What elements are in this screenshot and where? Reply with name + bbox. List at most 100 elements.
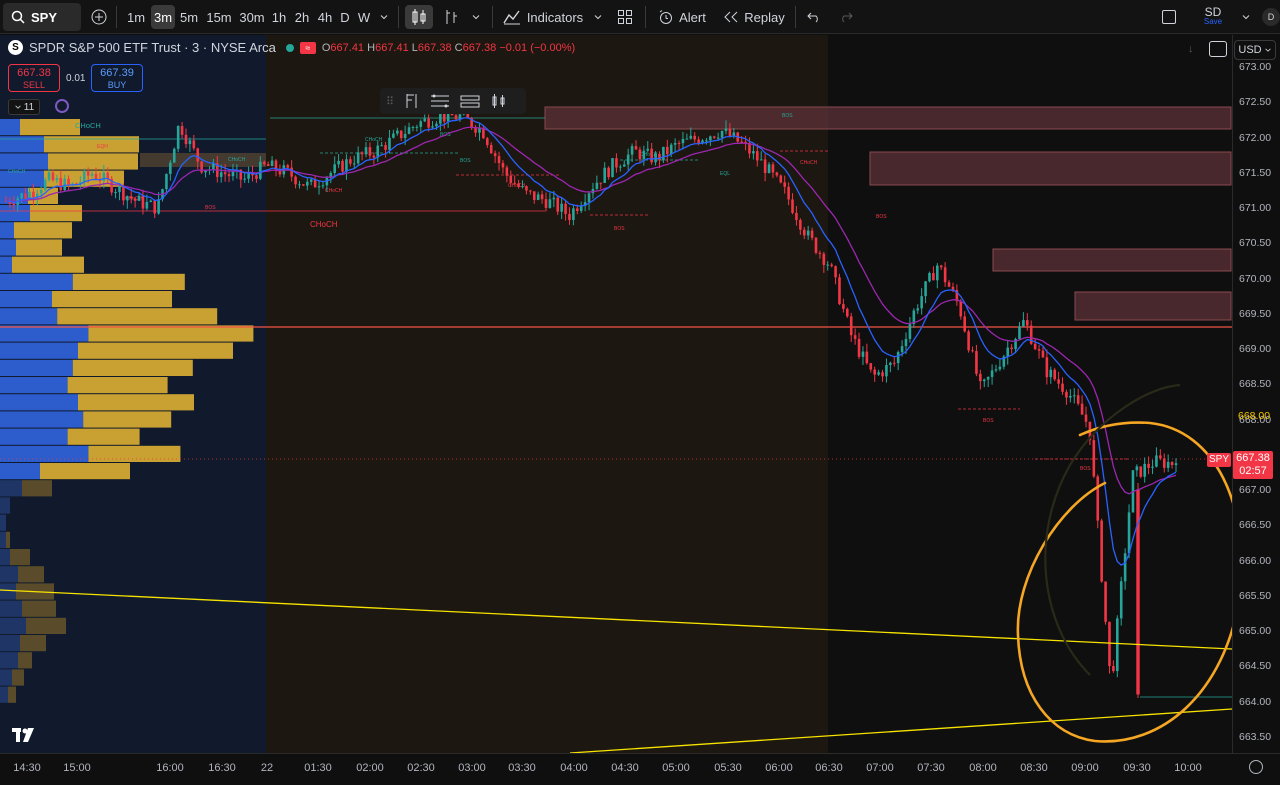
candle-body bbox=[262, 161, 266, 165]
candle-body bbox=[740, 141, 743, 143]
interval-2h[interactable]: 2h bbox=[292, 5, 312, 29]
indicators-collapse-button[interactable]: 11 bbox=[8, 99, 40, 115]
interval-d[interactable]: D bbox=[338, 5, 352, 29]
candle-body bbox=[180, 126, 184, 135]
parallel-channel-icon[interactable] bbox=[460, 92, 480, 110]
save-dropdown[interactable] bbox=[1238, 5, 1254, 29]
candles-icon[interactable] bbox=[490, 92, 508, 110]
interval-dropdown[interactable] bbox=[376, 5, 392, 29]
candle-body bbox=[333, 164, 336, 174]
interval-5m[interactable]: 5m bbox=[177, 5, 201, 29]
volume-profile-bar bbox=[0, 549, 10, 566]
interval-30m[interactable]: 30m bbox=[237, 5, 267, 29]
candle-body bbox=[454, 115, 458, 120]
candle-body bbox=[255, 175, 258, 179]
market-status-dot bbox=[285, 43, 294, 52]
candle-body bbox=[1143, 463, 1146, 477]
volume-profile-bar bbox=[0, 308, 58, 325]
buy-button[interactable]: 667.39 BUY bbox=[91, 64, 143, 92]
chart-type-button[interactable] bbox=[439, 5, 463, 29]
candle-body bbox=[509, 175, 513, 183]
volume-profile-bar bbox=[0, 222, 14, 239]
chart-type-dropdown[interactable] bbox=[468, 5, 484, 29]
candle-body bbox=[51, 172, 55, 181]
volume-profile-bar bbox=[0, 617, 26, 634]
fib-levels-icon[interactable] bbox=[430, 92, 450, 110]
candle-body bbox=[615, 158, 618, 168]
candle-body bbox=[392, 133, 395, 138]
volume-profile-bar bbox=[6, 531, 10, 548]
candle-body bbox=[556, 197, 560, 212]
tradingview-logo-icon bbox=[12, 728, 38, 747]
candle-body bbox=[427, 118, 430, 128]
settings-icon[interactable] bbox=[1249, 760, 1263, 774]
currency-select[interactable]: USD bbox=[1234, 40, 1276, 60]
candle-body bbox=[818, 252, 822, 254]
price-chart[interactable]: CHoCH CHoCH EQH CHoCH CHoCH CHoCH BOS CHoCH BOS C… bbox=[0, 35, 1232, 753]
interval-3m[interactable]: 3m bbox=[151, 5, 175, 29]
candle-body bbox=[881, 372, 884, 377]
open-value: 667.41 bbox=[330, 41, 365, 54]
volume-profile-bar bbox=[0, 359, 73, 376]
undo-button[interactable] bbox=[803, 5, 825, 29]
candle-body bbox=[994, 369, 998, 371]
volume-profile-bar bbox=[0, 291, 52, 308]
candle-body bbox=[337, 160, 340, 165]
time-label: 06:00 bbox=[765, 762, 793, 774]
sell-button[interactable]: 667.38 SELL bbox=[8, 64, 60, 92]
interval-4h[interactable]: 4h bbox=[315, 5, 335, 29]
search-icon bbox=[11, 10, 25, 24]
candles-button[interactable] bbox=[405, 5, 433, 29]
time-label: 07:30 bbox=[917, 762, 945, 774]
time-scale[interactable]: 14:30 15:00 16:00 16:30 22 01:30 02:00 02:30 03:… bbox=[0, 753, 1280, 785]
replay-button[interactable]: Replay bbox=[722, 5, 786, 29]
candle-body bbox=[814, 237, 818, 253]
alert-button[interactable]: Alert bbox=[653, 5, 711, 29]
volume-profile-bar bbox=[0, 686, 8, 703]
candle-body bbox=[43, 179, 47, 190]
volume-profile-bar bbox=[67, 377, 168, 394]
chevron-down-icon bbox=[594, 15, 602, 20]
redo-button[interactable] bbox=[835, 5, 857, 29]
fullscreen-button[interactable] bbox=[1158, 5, 1180, 29]
candle-body bbox=[47, 172, 51, 180]
candle-body bbox=[196, 148, 200, 162]
layouts-button[interactable] bbox=[613, 5, 637, 29]
interval-15m[interactable]: 15m bbox=[204, 5, 234, 29]
candle-body bbox=[313, 179, 317, 188]
add-symbol-button[interactable] bbox=[88, 5, 110, 29]
symbol-search-button[interactable]: SPY bbox=[3, 3, 81, 31]
candle-body bbox=[865, 351, 869, 364]
candle-body bbox=[32, 191, 35, 198]
interval-w[interactable]: W bbox=[356, 5, 372, 29]
drawing-toolbar[interactable]: ⠿ bbox=[380, 88, 526, 114]
volume-profile-bar bbox=[0, 531, 6, 548]
candle-body bbox=[137, 195, 141, 201]
candle-body bbox=[20, 193, 23, 199]
indicators-button[interactable]: Indicators bbox=[500, 5, 586, 29]
volume-profile-bar bbox=[30, 205, 82, 222]
price-scale[interactable]: 673.00 672.50 672.00 671.50 671.00 670.50 670.… bbox=[1232, 35, 1280, 753]
volume-profile-bar bbox=[0, 377, 68, 394]
candle-body bbox=[622, 164, 626, 167]
structure-label: CHoCH bbox=[800, 160, 818, 166]
screenshot-icon[interactable] bbox=[1209, 41, 1227, 57]
save-layout-button[interactable]: SD Save bbox=[1198, 5, 1228, 29]
drag-handle-icon[interactable]: ⠿ bbox=[386, 95, 394, 108]
candle-body bbox=[677, 143, 681, 145]
interval-1h[interactable]: 1h bbox=[269, 5, 289, 29]
chart-pane[interactable]: CHoCH CHoCH EQH CHoCH CHoCH CHoCH BOS CHoCH BOS C… bbox=[0, 35, 1232, 753]
avatar[interactable]: D bbox=[1262, 8, 1280, 26]
indicators-dropdown[interactable] bbox=[590, 5, 606, 29]
candle-body bbox=[1065, 391, 1068, 398]
object-tree-icon[interactable] bbox=[55, 99, 69, 113]
flag-icon[interactable] bbox=[404, 92, 420, 110]
volume-profile-bar bbox=[0, 394, 78, 411]
sell-label: SELL bbox=[22, 80, 46, 90]
interval-1m[interactable]: 1m bbox=[124, 5, 148, 29]
time-label: 15:00 bbox=[63, 762, 91, 774]
volume-profile-bar bbox=[20, 119, 80, 136]
scroll-down-icon[interactable]: ↓ bbox=[1188, 43, 1194, 55]
volume-profile-bar bbox=[0, 256, 12, 273]
candle-body bbox=[630, 146, 634, 155]
